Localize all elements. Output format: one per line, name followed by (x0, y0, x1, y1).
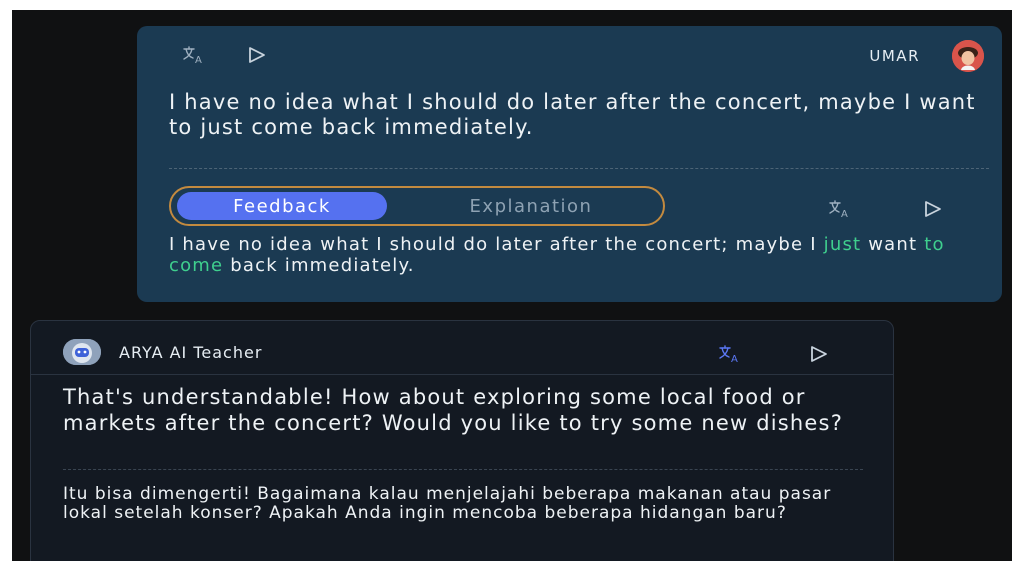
svg-text:A: A (841, 209, 848, 219)
ai-name: ARYA AI Teacher (119, 343, 263, 362)
user-message-text: I have no idea what I should do later af… (169, 90, 976, 139)
feedback-corrected-text: I have no idea what I should do later af… (169, 234, 969, 276)
ai-message-text: That's understandable! How about explori… (63, 385, 844, 435)
play-icon[interactable] (245, 44, 269, 66)
chat-screen: A UMAR I have no idea what I should do l… (12, 10, 1012, 561)
divider (63, 469, 863, 470)
svg-text:A: A (195, 55, 202, 65)
translate-icon[interactable]: A (827, 198, 853, 220)
svg-text:A: A (731, 354, 738, 364)
user-avatar[interactable] (952, 40, 984, 72)
correction-highlight: just (823, 234, 862, 255)
tab-feedback[interactable]: Feedback (177, 192, 387, 220)
divider (169, 168, 989, 169)
ai-translation-text: Itu bisa dimengerti! Bagaimana kalau men… (63, 484, 832, 523)
feedback-tab-switch: Feedback Explanation (169, 186, 665, 226)
corrected-part: I have no idea what I should do later af… (169, 234, 824, 255)
translate-icon[interactable]: A (181, 44, 207, 66)
user-message-header: A UMAR (137, 26, 1002, 84)
divider (31, 374, 893, 375)
ai-message-bubble: ARYA AI Teacher A That's understandable!… (30, 320, 894, 561)
corrected-part: want (861, 234, 925, 255)
corrected-part: back immediately. (223, 255, 415, 276)
user-message-bubble: A UMAR I have no idea what I should do l… (137, 26, 1002, 302)
user-name: UMAR (869, 47, 920, 65)
play-icon[interactable] (807, 343, 831, 365)
play-icon[interactable] (921, 198, 945, 220)
robot-avatar (63, 339, 101, 365)
tab-explanation[interactable]: Explanation (421, 192, 641, 220)
translate-icon-active[interactable]: A (717, 343, 743, 365)
